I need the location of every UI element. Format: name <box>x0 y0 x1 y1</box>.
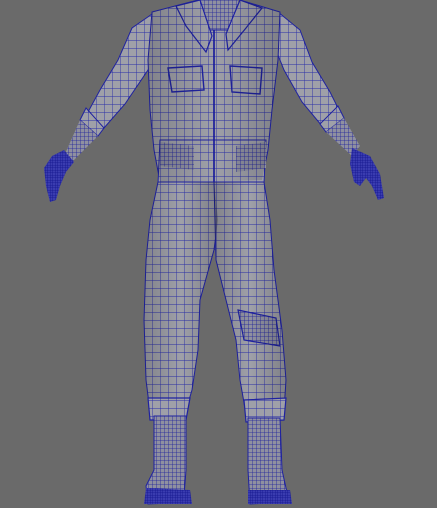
3d-viewport[interactable] <box>0 0 437 508</box>
left-leg-shade <box>144 182 218 412</box>
right-leg-shade <box>214 182 286 414</box>
right-sleeve-mesh <box>271 11 339 127</box>
left-boot-sole <box>144 488 192 504</box>
left-hand-mesh <box>44 150 74 202</box>
right-hand-mesh <box>350 148 384 200</box>
wireframe-model[interactable] <box>0 0 437 508</box>
right-boot-sole <box>248 490 292 504</box>
